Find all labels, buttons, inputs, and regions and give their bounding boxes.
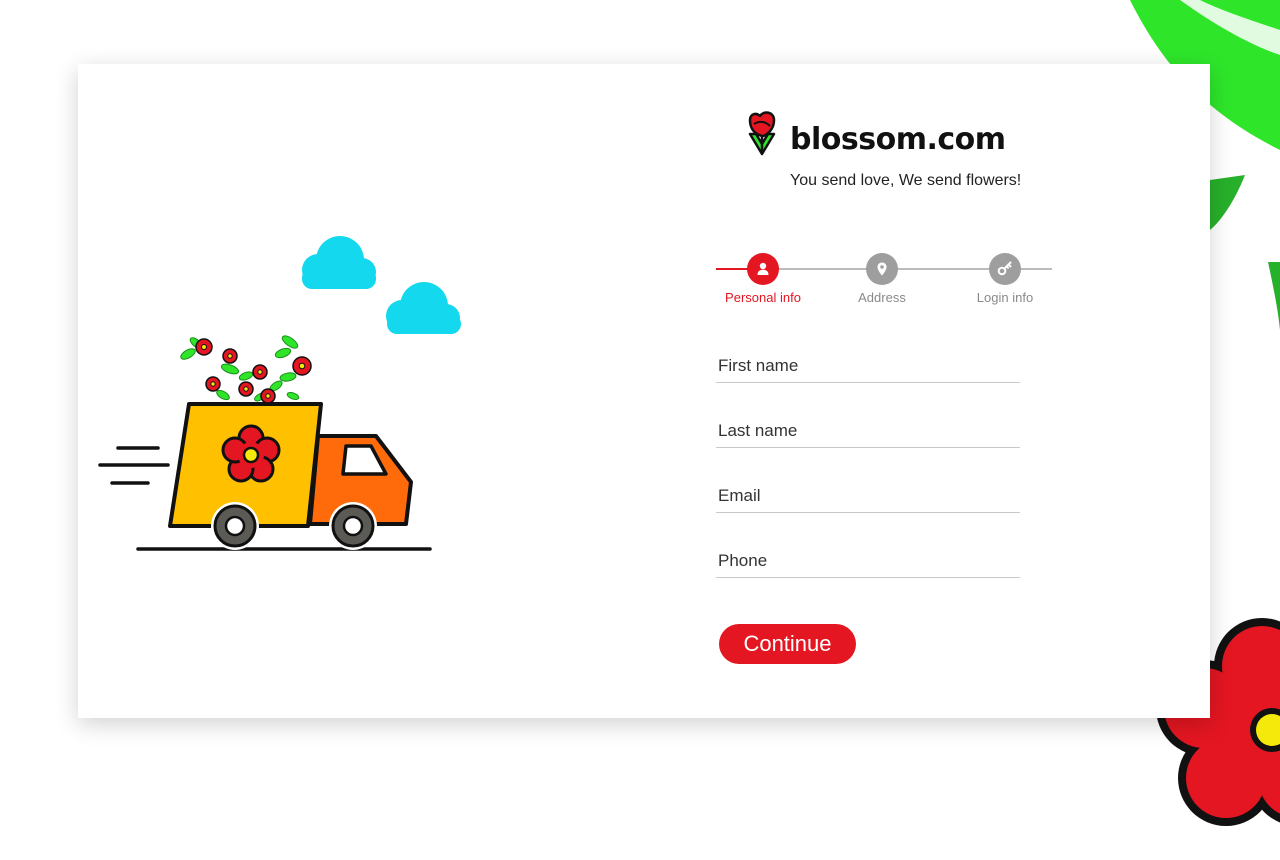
delivery-truck-illustration [98, 236, 461, 551]
tulip-logo-icon [748, 111, 776, 156]
step-label: Personal info [725, 290, 801, 305]
brand-name: blossom.com [790, 122, 1006, 157]
brand: blossom.com [742, 108, 1042, 158]
cloud-icon [302, 236, 376, 289]
phone-field [716, 537, 1020, 578]
signup-stepper: Personal info Address Login info [716, 250, 1054, 310]
phone-input[interactable] [718, 551, 1008, 571]
step-circle [989, 253, 1021, 285]
user-icon [757, 262, 769, 275]
first-name-field [716, 342, 1020, 383]
step-label: Login info [976, 290, 1034, 305]
step-personal-info[interactable]: Personal info [708, 250, 818, 310]
email-field [716, 472, 1020, 513]
step-circle [747, 253, 779, 285]
key-icon [997, 261, 1012, 276]
step-circle [866, 253, 898, 285]
personal-info-form [716, 342, 1022, 602]
brand-tagline: You send love, We send flowers! [790, 172, 1022, 189]
step-label: Address [858, 290, 906, 305]
email-input[interactable] [718, 486, 1008, 506]
location-pin-icon [877, 262, 887, 276]
step-address[interactable]: Address [827, 250, 937, 310]
last-name-field [716, 407, 1020, 448]
signup-card: blossom.com You send love, We send flowe… [78, 64, 1210, 718]
signup-page: blossom.com You send love, We send flowe… [0, 0, 1280, 860]
first-name-input[interactable] [718, 356, 1008, 376]
continue-button[interactable]: Continue [719, 624, 856, 664]
step-login-info[interactable]: Login info [950, 250, 1060, 310]
cloud-icon [386, 282, 461, 334]
last-name-input[interactable] [718, 421, 1008, 441]
